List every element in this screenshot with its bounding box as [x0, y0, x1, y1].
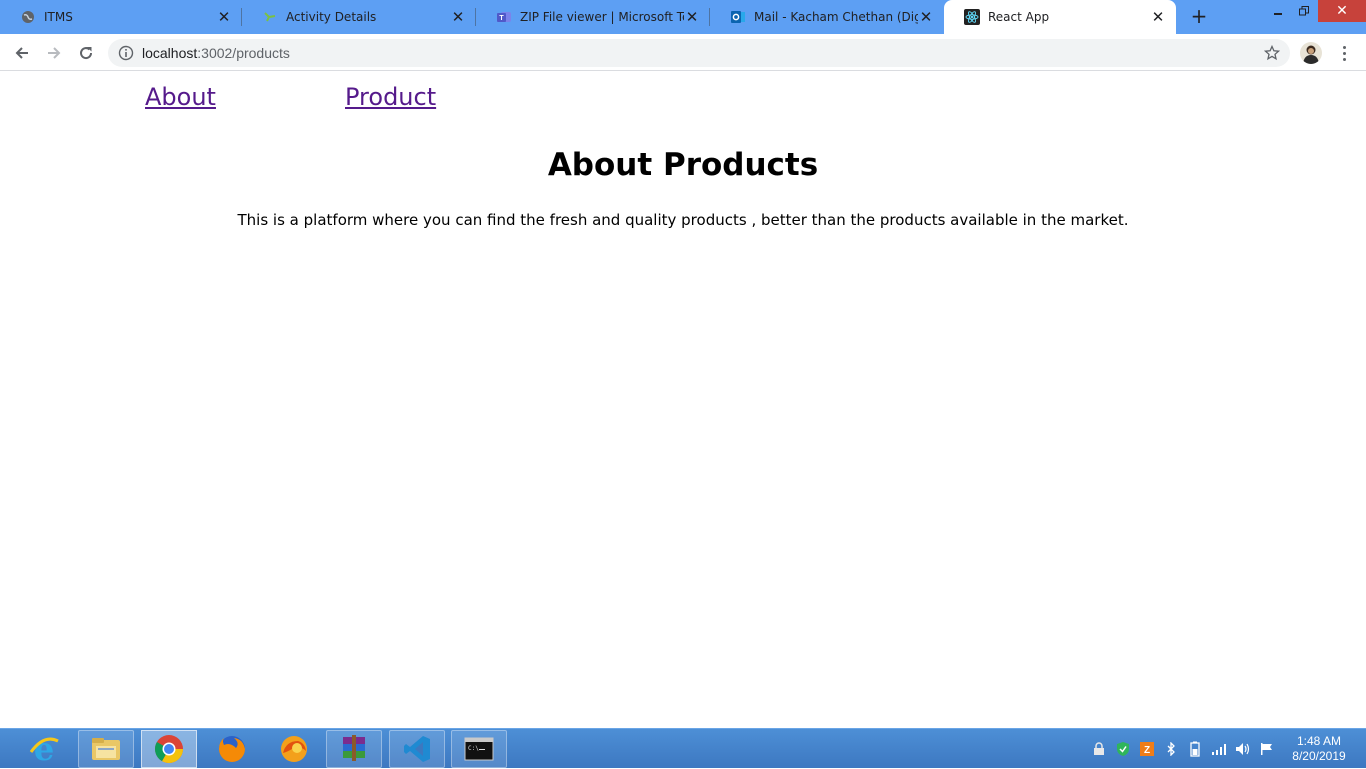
close-icon[interactable]: ✕: [918, 8, 934, 26]
close-icon[interactable]: ✕: [450, 8, 466, 26]
bluetooth-icon[interactable]: [1162, 740, 1180, 758]
tab-title: ZIP File viewer | Microsoft Teams: [520, 10, 684, 24]
firefox-alt-icon[interactable]: [266, 730, 322, 768]
nav-link-about[interactable]: About: [145, 83, 216, 111]
new-tab-button[interactable]: +: [1188, 4, 1210, 28]
window-close-button[interactable]: ✕: [1318, 0, 1366, 22]
page-description: This is a platform where you can find th…: [237, 211, 1129, 229]
shield-icon[interactable]: [1114, 740, 1132, 758]
internet-explorer-icon[interactable]: e: [16, 730, 72, 768]
taskbar-clock[interactable]: 1:48 AM 8/20/2019: [1284, 734, 1354, 764]
tab-itms[interactable]: ITMS ✕: [0, 0, 242, 34]
vscode-icon[interactable]: [389, 730, 445, 768]
restore-icon: [1299, 6, 1309, 16]
activity-icon: [262, 9, 278, 25]
tab-title: Activity Details: [286, 10, 377, 24]
url-path: :3002/products: [197, 45, 290, 61]
forward-arrow-icon: [48, 47, 61, 59]
tab-zip-viewer[interactable]: T ZIP File viewer | Microsoft Teams ✕: [476, 0, 710, 34]
globe-icon: [20, 9, 36, 25]
page-content: About Product About Products This is a p…: [0, 72, 1366, 728]
tab-activity-details[interactable]: Activity Details ✕: [242, 0, 476, 34]
tab-title: Mail - Kacham Chethan (Digital): [754, 10, 918, 24]
browser-toolbar: localhost:3002/products: [0, 34, 1366, 71]
profile-avatar[interactable]: [1300, 42, 1322, 64]
reload-icon: [80, 47, 93, 60]
close-icon[interactable]: ✕: [216, 8, 232, 26]
url-text: localhost:3002/products: [142, 45, 290, 61]
back-arrow-icon: [15, 47, 28, 59]
page-title: About Products: [547, 147, 819, 183]
clock-date: 8/20/2019: [1292, 749, 1346, 763]
battery-icon[interactable]: [1186, 740, 1204, 758]
teams-icon: T: [496, 9, 512, 25]
minimize-icon: [1274, 13, 1282, 15]
forward-button[interactable]: [41, 40, 67, 66]
svg-text:e: e: [34, 732, 54, 766]
action-center-flag-icon[interactable]: [1258, 740, 1276, 758]
close-icon[interactable]: ✕: [684, 8, 700, 26]
restore-button[interactable]: [1290, 0, 1318, 22]
reload-button[interactable]: [73, 40, 99, 66]
svg-text:T: T: [499, 15, 504, 22]
tab-title: React App: [988, 10, 1050, 24]
svg-text:C:\: C:\: [468, 745, 479, 752]
clock-time: 1:48 AM: [1296, 734, 1342, 748]
tab-react-app[interactable]: React App ✕: [944, 0, 1176, 34]
firefox-icon[interactable]: [204, 730, 260, 768]
outlook-icon: [730, 9, 746, 25]
url-host: localhost: [142, 45, 198, 61]
file-explorer-icon[interactable]: [78, 730, 134, 768]
tab-mail[interactable]: Mail - Kacham Chethan (Digital) ✕: [710, 0, 944, 34]
taskbar: e C:\ Z 1:48 AM 8/20/2019: [0, 728, 1366, 768]
nav-link-product[interactable]: Product: [345, 83, 436, 111]
svg-text:Z: Z: [1144, 745, 1150, 756]
system-tray: Z: [1087, 729, 1279, 769]
security-app-icon[interactable]: Z: [1138, 740, 1156, 758]
address-bar[interactable]: localhost:3002/products: [108, 39, 1290, 67]
close-icon: ✕: [1336, 3, 1348, 19]
close-icon[interactable]: ✕: [1150, 8, 1166, 26]
tab-title: ITMS: [44, 10, 73, 24]
info-icon[interactable]: [118, 45, 134, 61]
command-prompt-icon[interactable]: C:\: [451, 730, 507, 768]
minimize-button[interactable]: [1264, 0, 1292, 22]
react-icon: [964, 9, 980, 25]
volume-icon[interactable]: [1234, 740, 1252, 758]
lock-icon[interactable]: [1090, 740, 1108, 758]
winrar-icon[interactable]: [326, 730, 382, 768]
browser-menu-button[interactable]: [1336, 42, 1352, 64]
back-button[interactable]: [9, 40, 35, 66]
tab-strip: ITMS ✕ Activity Details ✕ T ZIP File vie…: [0, 0, 1366, 34]
bookmark-star-icon[interactable]: [1264, 45, 1280, 61]
network-signal-icon[interactable]: [1210, 740, 1228, 758]
chrome-icon[interactable]: [141, 730, 197, 768]
